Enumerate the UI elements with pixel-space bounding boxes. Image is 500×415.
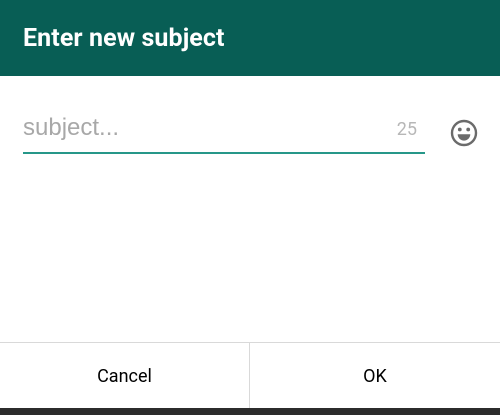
input-underline	[23, 152, 425, 154]
dialog-title: Enter new subject	[23, 24, 225, 53]
dialog-action-bar: Cancel OK	[0, 342, 500, 409]
enter-subject-dialog: Enter new subject 25 Cancel OK	[0, 0, 500, 409]
cancel-button[interactable]: Cancel	[0, 343, 249, 409]
subject-input[interactable]	[23, 108, 383, 148]
background-strip	[0, 408, 500, 415]
subject-input-container: 25	[23, 108, 425, 154]
remaining-character-counter: 25	[396, 119, 417, 140]
dialog-header: Enter new subject	[0, 0, 500, 76]
ok-button[interactable]: OK	[250, 343, 500, 409]
smiley-face-icon[interactable]	[449, 118, 479, 148]
